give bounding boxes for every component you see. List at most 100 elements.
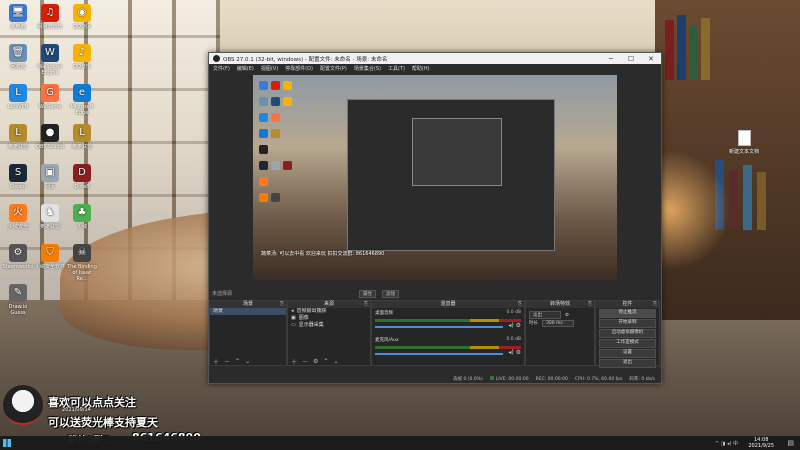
transition-select[interactable]: 淡出 bbox=[529, 311, 561, 319]
desktop-icon[interactable]: ✎ Draw.io Guess bbox=[2, 284, 34, 316]
desktop-icon[interactable]: ☠ The Binding of Isaac Re... bbox=[66, 244, 98, 282]
source-item[interactable]: ▣ 图像 bbox=[288, 315, 370, 322]
volume-slider[interactable] bbox=[375, 353, 504, 355]
cpu-fps: CPU: 0.7%, 60.00 fps bbox=[574, 376, 623, 382]
menu-view[interactable]: 视图(V) bbox=[261, 65, 278, 72]
desktop-icon[interactable]: ◉ QQ旋风 bbox=[66, 4, 98, 30]
desktop-icon[interactable]: ● OBS Studio bbox=[34, 124, 66, 150]
gear-icon[interactable]: ⚙ bbox=[313, 358, 318, 365]
source-label: 显示器采集 bbox=[298, 322, 324, 328]
move-down-icon[interactable]: ⌄ bbox=[333, 358, 338, 365]
virtual-camera-button[interactable]: 启动虚拟摄像机 bbox=[599, 329, 656, 338]
desktop-icon-label: 英雄联盟 bbox=[7, 144, 28, 150]
menu-profile[interactable]: 配置文件(P) bbox=[320, 65, 347, 72]
duration-input[interactable]: 300 ms bbox=[542, 319, 574, 327]
stop-streaming-button[interactable]: 停止推流 bbox=[599, 309, 656, 318]
desktop-icon[interactable]: ♣ 火绒 bbox=[66, 204, 98, 230]
obs-titlebar[interactable]: OBS 27.0.1 (32-bit, windows) - 配置文件: 未命名… bbox=[209, 53, 661, 64]
notification-icon[interactable]: ▤ bbox=[787, 439, 794, 447]
menu-edit[interactable]: 编辑(E) bbox=[237, 65, 254, 72]
desktop-icon[interactable]: ♫ 网易云音乐 bbox=[34, 4, 66, 30]
windows-start-icon[interactable] bbox=[3, 439, 11, 447]
filters-button[interactable]: 滤镜 bbox=[382, 289, 399, 298]
app-icon: W bbox=[41, 44, 59, 62]
taskbar-clock[interactable]: 14:08 2021/9/25 bbox=[748, 437, 774, 449]
desktop-icon-label: 此电脑 bbox=[10, 24, 26, 30]
monitor-icon: ▭ bbox=[291, 322, 296, 328]
dock-pin-icon[interactable]: ⎘ bbox=[653, 301, 657, 308]
source-item[interactable]: ▭ 显示器采集 bbox=[288, 322, 370, 329]
remove-scene-button[interactable]: － bbox=[224, 357, 230, 366]
properties-button[interactable]: 属性 bbox=[359, 289, 376, 298]
maximize-button[interactable]: ☐ bbox=[621, 55, 641, 63]
desktop-icon[interactable]: S Steam bbox=[2, 164, 34, 190]
desktop-icon-label: Wallpaper Engine bbox=[37, 64, 63, 76]
app-icon: ▣ bbox=[41, 164, 59, 182]
desktop-icon-label: 英雄联盟 bbox=[39, 224, 60, 230]
desktop-icon[interactable]: D DotaB bbox=[66, 164, 98, 190]
menu-file[interactable]: 文件(F) bbox=[213, 65, 230, 72]
desktop-icon[interactable]: ⛉ 火绒安全软件 bbox=[34, 244, 66, 270]
desktop-icon[interactable]: e Microsoft Edge bbox=[66, 84, 98, 116]
dock-pin-icon[interactable]: ⎘ bbox=[364, 301, 368, 308]
desktop-icon[interactable]: G WeGame bbox=[34, 84, 66, 110]
status-bar: 丢帧 0 (0.0%) LIVE: 00:00:00 REC: 00:00:00… bbox=[209, 375, 659, 383]
bitrate: 码率: 0 kb/s bbox=[629, 377, 655, 382]
system-tray[interactable]: ^ ◨ ◂) 中 bbox=[715, 440, 738, 447]
add-source-button[interactable]: ＋ bbox=[291, 357, 297, 366]
mute-icon[interactable]: ◂) ⚙ bbox=[508, 322, 521, 329]
desktop-icon[interactable]: ♞ 英雄联盟 bbox=[34, 204, 66, 230]
move-up-icon[interactable]: ⌃ bbox=[323, 358, 328, 365]
preview-canvas[interactable]: 蔬菜汤: 可以去中看 欢迎来玩 扣扣交流群: 861646890 bbox=[253, 75, 617, 280]
remove-source-button[interactable]: － bbox=[302, 357, 308, 366]
dock-pin-icon[interactable]: ⎘ bbox=[588, 301, 592, 308]
desktop-icon[interactable]: L 英雄联盟 bbox=[66, 124, 98, 150]
desktop-file-new-text[interactable]: 新建文本文档 bbox=[727, 130, 761, 155]
desktop-icon[interactable]: W Wallpaper Engine bbox=[34, 44, 66, 76]
dock-pin-icon[interactable]: ⎘ bbox=[280, 301, 284, 308]
exit-button[interactable]: 退出 bbox=[599, 359, 656, 368]
settings-button[interactable]: 设置 bbox=[599, 349, 656, 358]
close-button[interactable]: ✕ bbox=[641, 55, 661, 63]
start-recording-button[interactable]: 开始录制 bbox=[599, 319, 656, 328]
app-icon: ◉ bbox=[73, 4, 91, 22]
move-down-icon[interactable]: ⌄ bbox=[245, 358, 250, 365]
image-icon: ▣ bbox=[291, 315, 296, 321]
desktop-icon[interactable]: L 英雄联盟 bbox=[2, 124, 34, 150]
menu-tools[interactable]: 工具(T) bbox=[388, 65, 405, 72]
desktop-icon[interactable]: 火火绒安全 bbox=[2, 204, 34, 230]
preview-overlay-text: 蔬菜汤: 可以去中看 欢迎来玩 扣扣交流群: 861646890 bbox=[261, 251, 385, 257]
dropped-frames: 丢帧 0 (0.0%) bbox=[453, 377, 483, 382]
scene-item[interactable]: 场景 bbox=[210, 308, 286, 315]
desktop-icon[interactable]: ▣ 网页 bbox=[34, 164, 66, 190]
app-icon: D bbox=[73, 164, 91, 182]
desktop-icon[interactable]: ⚙ Steamworks bbox=[2, 244, 34, 270]
clock-date: 2021/9/25 bbox=[748, 443, 774, 449]
mute-icon[interactable]: ◂) ⚙ bbox=[508, 349, 521, 356]
source-item[interactable]: ◂ 音频输出捕获 bbox=[288, 308, 370, 315]
window-title: OBS 27.0.1 (32-bit, windows) - 配置文件: 未命名… bbox=[223, 56, 388, 63]
volume-slider[interactable] bbox=[375, 326, 504, 328]
minimize-button[interactable]: ─ bbox=[601, 55, 621, 63]
preview-nested-obs-2 bbox=[412, 118, 502, 186]
desktop-icon[interactable]: ♪ QQ音乐 bbox=[66, 44, 98, 70]
move-up-icon[interactable]: ⌃ bbox=[235, 358, 240, 365]
desktop-icon-label: Steamworks bbox=[2, 264, 34, 270]
studio-mode-button[interactable]: 工作室模式 bbox=[599, 339, 656, 348]
streamer-avatar bbox=[3, 385, 43, 425]
live-time: LIVE: 00:00:00 bbox=[495, 377, 529, 382]
mixer-channel-mic: 麦克风/Aux 0.0 dB ◂) ⚙ bbox=[372, 335, 524, 362]
desktop-icon-label: 英雄联盟 bbox=[71, 144, 92, 150]
menu-help[interactable]: 帮助(H) bbox=[412, 65, 430, 72]
app-icon: ☠ bbox=[73, 244, 91, 262]
desktop-icon-label: 火绒 bbox=[76, 224, 87, 230]
app-icon: S bbox=[9, 164, 27, 182]
menu-scene-collection[interactable]: 场景集合(S) bbox=[354, 65, 381, 72]
menu-docks[interactable]: 停靠部件(D) bbox=[285, 65, 313, 72]
desktop-icon[interactable]: 🖥 此电脑 bbox=[2, 4, 34, 30]
add-scene-button[interactable]: ＋ bbox=[213, 357, 219, 366]
desktop-icon[interactable]: 🗑 回收站 bbox=[2, 44, 34, 70]
dock-pin-icon[interactable]: ⎘ bbox=[518, 301, 522, 308]
desktop-icon[interactable]: L LetsVPN bbox=[2, 84, 34, 110]
gear-icon[interactable]: ⚙ bbox=[565, 313, 569, 318]
